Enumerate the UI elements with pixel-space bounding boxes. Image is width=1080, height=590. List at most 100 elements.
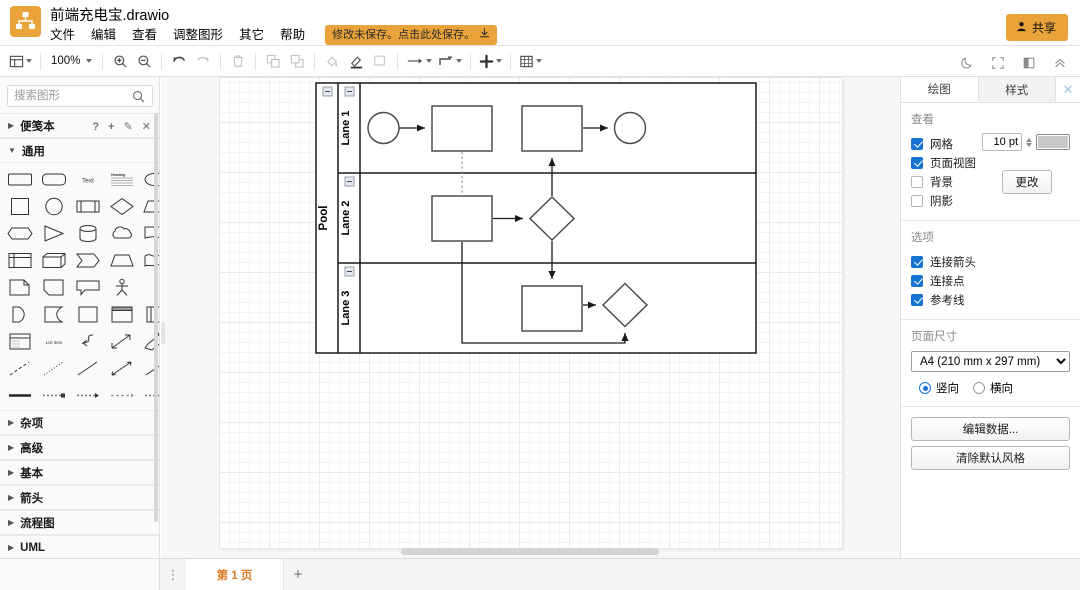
shape-process[interactable] <box>74 196 102 217</box>
shape-trapezoid[interactable] <box>108 250 136 271</box>
shape-list-item[interactable]: List Item <box>40 331 68 352</box>
background-checkbox[interactable] <box>911 175 923 188</box>
shape-directional-connector[interactable] <box>74 385 102 406</box>
zoom-in-icon[interactable] <box>108 49 132 73</box>
shape-dashed-line[interactable] <box>6 358 34 379</box>
orientation-portrait[interactable]: 竖向 <box>919 380 959 396</box>
help-icon[interactable]: ? <box>92 121 99 133</box>
shape-dashed-connector[interactable] <box>108 385 136 406</box>
zoom-level-selector[interactable]: 100% <box>46 53 97 69</box>
tab-diagram[interactable]: 绘图 <box>901 77 979 102</box>
shape-cube[interactable] <box>40 250 68 271</box>
connection-arrow-icon[interactable] <box>403 49 435 73</box>
search-icon[interactable] <box>132 90 145 106</box>
add-page-icon[interactable]: + <box>284 559 312 590</box>
menu-edit[interactable]: 编辑 <box>91 26 124 44</box>
shape-delay-curve[interactable] <box>40 304 68 325</box>
shape-circle[interactable] <box>40 196 68 217</box>
shape-outline-icon[interactable] <box>368 49 392 73</box>
page-tab-1[interactable]: 第 1 页 <box>186 559 284 590</box>
shape-rounded-rect[interactable] <box>40 169 68 190</box>
close-icon[interactable]: ✕ <box>1056 77 1080 102</box>
shape-window-frame[interactable] <box>108 304 136 325</box>
dark-mode-moon-icon[interactable] <box>955 51 979 75</box>
diagram-canvas[interactable]: Pool Lane 1 Lane 2 Lane 3 <box>161 77 900 558</box>
orientation-landscape[interactable]: 横向 <box>973 380 1013 396</box>
plus-insert-icon[interactable] <box>476 49 505 73</box>
shape-cylinder[interactable] <box>74 223 102 244</box>
edit-data-button[interactable]: 编辑数据... <box>911 417 1070 441</box>
fullscreen-icon[interactable] <box>986 51 1010 75</box>
menu-view[interactable]: 查看 <box>132 26 165 44</box>
menu-help[interactable]: 帮助 <box>280 26 313 44</box>
landscape-radio[interactable] <box>973 382 985 394</box>
send-to-back-icon[interactable] <box>285 49 309 73</box>
menu-extras[interactable]: 其它 <box>239 26 272 44</box>
shape-curve-arrow[interactable] <box>74 331 102 352</box>
shape-container-rect[interactable] <box>74 304 102 325</box>
shape-rounded-rect-wide[interactable] <box>6 169 34 190</box>
shape-actor[interactable] <box>108 277 136 298</box>
add-icon[interactable]: + <box>108 121 114 133</box>
format-panel-icon[interactable] <box>1017 51 1041 75</box>
end-event-node[interactable] <box>613 111 647 145</box>
bring-to-front-icon[interactable] <box>261 49 285 73</box>
task-node-2[interactable] <box>521 105 583 152</box>
sidebar-section-高级[interactable]: ▶ 高级 <box>0 435 159 460</box>
shape-square[interactable] <box>6 196 34 217</box>
connection-points-checkbox[interactable] <box>911 274 923 287</box>
close-icon[interactable]: ✕ <box>142 120 151 133</box>
menu-arrange[interactable]: 调整图形 <box>173 26 231 44</box>
start-event-node[interactable] <box>367 111 400 145</box>
line-color-icon[interactable] <box>344 49 368 73</box>
shape-internal-storage[interactable] <box>6 250 34 271</box>
undo-icon[interactable] <box>167 49 191 73</box>
paper-size-select[interactable]: A4 (210 mm x 297 mm)A5 (148 mm x 210 mm)… <box>911 351 1070 372</box>
shape-list-box[interactable] <box>6 331 34 352</box>
lane-collapse-icon[interactable] <box>344 266 355 277</box>
shape-cloud[interactable] <box>108 223 136 244</box>
waypoints-icon[interactable] <box>435 49 465 73</box>
shape-plain-line[interactable] <box>74 358 102 379</box>
unsaved-changes-banner[interactable]: 修改未保存。点击此处保存。 <box>325 25 498 45</box>
grid-size-input[interactable] <box>982 133 1022 151</box>
shape-half-circle[interactable] <box>6 304 34 325</box>
page-view-checkbox[interactable] <box>911 156 923 169</box>
shape-bidirectional-arrow[interactable] <box>108 331 136 352</box>
share-button[interactable]: 共享 <box>1005 14 1068 41</box>
shape-card[interactable] <box>40 277 68 298</box>
task-node-3[interactable] <box>431 195 493 242</box>
bpmn-pool-diagram[interactable]: Pool Lane 1 Lane 2 Lane 3 <box>220 78 842 548</box>
sidebar-section-general[interactable]: ▼ 通用 <box>0 138 159 163</box>
fill-color-icon[interactable] <box>320 49 344 73</box>
layers-panel-icon[interactable] <box>6 49 35 73</box>
canvas-scroll-thumb[interactable] <box>401 548 659 555</box>
lane-collapse-icon[interactable] <box>344 86 355 97</box>
shape-thick-line[interactable] <box>6 385 34 406</box>
sidebar-section-scratchpad[interactable]: ▶ 便笺本 ? + ✎ ✕ <box>0 113 159 138</box>
shadow-checkbox[interactable] <box>911 194 923 207</box>
shape-hexagon[interactable] <box>6 223 34 244</box>
sidebar-section-箭头[interactable]: ▶ 箭头 <box>0 485 159 510</box>
redo-icon[interactable] <box>191 49 215 73</box>
trash-icon[interactable] <box>226 49 250 73</box>
collapse-chevrons-icon[interactable] <box>1048 51 1072 75</box>
sidebar-resize-grip[interactable] <box>161 322 165 344</box>
shape-note[interactable] <box>6 277 34 298</box>
sidebar-scrollbar[interactable] <box>154 113 158 522</box>
document-title[interactable]: 前端充电宝.drawio <box>50 4 169 25</box>
tab-style[interactable]: 样式 <box>978 77 1056 102</box>
portrait-radio[interactable] <box>919 382 931 394</box>
sidebar-section-UML[interactable]: ▶ UML <box>0 535 159 558</box>
shape-rhombus[interactable] <box>108 196 136 217</box>
grid-color-swatch[interactable] <box>1036 134 1070 150</box>
shape-step[interactable] <box>74 250 102 271</box>
canvas-horizontal-scrollbar[interactable] <box>161 545 900 558</box>
sidebar-section-基本[interactable]: ▶ 基本 <box>0 460 159 485</box>
sidebar-section-流程图[interactable]: ▶ 流程图 <box>0 510 159 535</box>
clear-default-style-button[interactable]: 清除默认风格 <box>911 446 1070 470</box>
task-node-1[interactable] <box>431 105 493 152</box>
grid-checkbox[interactable] <box>911 137 923 150</box>
menu-file[interactable]: 文件 <box>50 26 83 44</box>
shape-link-line[interactable] <box>40 385 68 406</box>
